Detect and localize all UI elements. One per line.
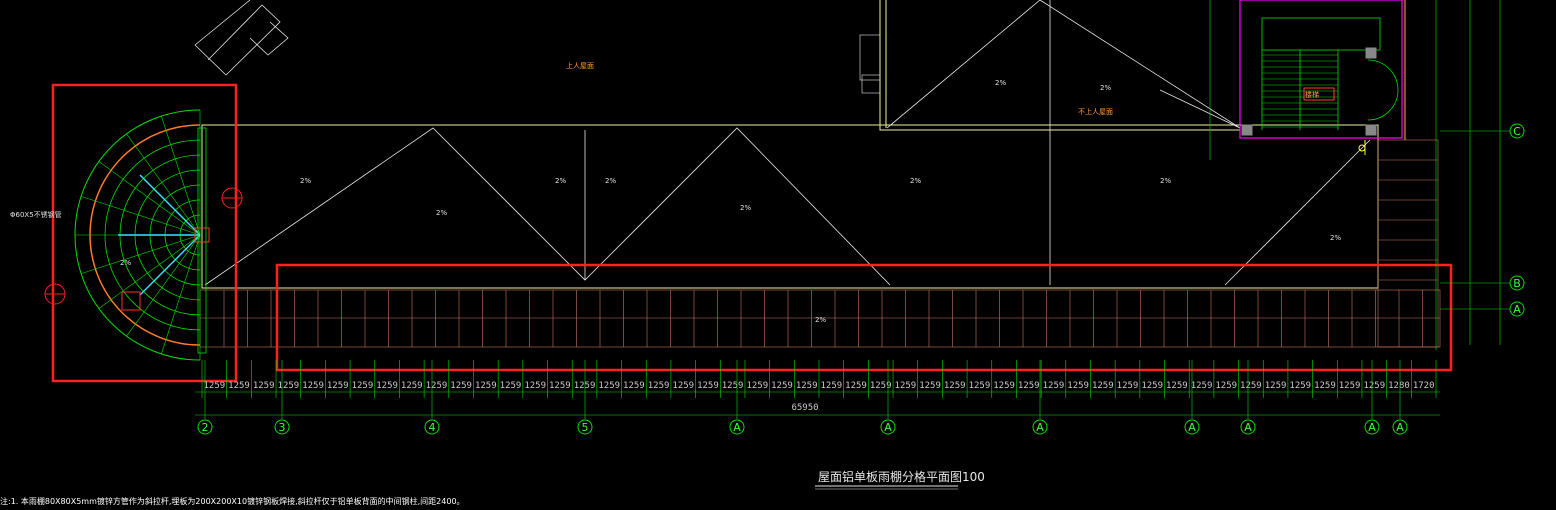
roof-label-nonaccessible: 不上人屋面	[1078, 107, 1113, 116]
dimension-label: 1259	[1363, 381, 1385, 391]
slope-label: 2%	[605, 177, 616, 185]
svg-text:A: A	[1244, 421, 1252, 434]
axis-bubbles-right: C BA	[1509, 123, 1525, 317]
dimension-label: 1259	[253, 381, 275, 391]
dimension-label: 1259	[327, 381, 349, 391]
slope-label: 2%	[436, 209, 447, 217]
dimension-label: 1259	[1191, 381, 1213, 391]
dimension-label: 1280	[1388, 381, 1410, 391]
slope-label: 2%	[1100, 84, 1111, 92]
dimension-label: 1259	[401, 381, 423, 391]
entrance-outline	[194, 0, 289, 76]
svg-text:4: 4	[429, 421, 436, 434]
svg-text:A: A	[1188, 421, 1196, 434]
slope-label: 2%	[815, 316, 826, 324]
dimension-label: 1259	[1314, 381, 1336, 391]
detail-boxes	[859, 34, 881, 94]
dimension-label: 1259	[722, 381, 744, 391]
dimension-label: 1259	[549, 381, 571, 391]
dimension-label: 1259	[993, 381, 1015, 391]
slope-label: 2%	[1330, 234, 1341, 242]
svg-text:A: A	[1036, 421, 1044, 434]
svg-text:2: 2	[202, 421, 209, 434]
dimension-label: 1259	[895, 381, 917, 391]
dimension-label: 1259	[1289, 381, 1311, 391]
slope-label: 2%	[995, 79, 1006, 87]
dimension-label: 1259	[1018, 381, 1040, 391]
svg-text:A: A	[1368, 421, 1376, 434]
axis-bubble: B	[1509, 275, 1525, 291]
dimension-label: 1259	[598, 381, 620, 391]
dimension-label: 1259	[352, 381, 374, 391]
total-dimension: 65950	[791, 403, 818, 413]
dimension-label: 1259	[524, 381, 546, 391]
drawing-note: 注:1. 本雨棚80X80X5mm镀锌方管作为斜拉杆,埋板为200X200X10…	[0, 496, 465, 506]
svg-text:A: A	[1396, 421, 1404, 434]
dimension-label: 1259	[648, 381, 670, 391]
dimension-label: 1259	[771, 381, 793, 391]
building-outline	[201, 0, 1379, 289]
dimension-label: 1259	[623, 381, 645, 391]
svg-text:B: B	[1513, 277, 1521, 290]
dimension-label: 1259	[426, 381, 448, 391]
dimension-label: 1259	[1141, 381, 1163, 391]
dimension-label: 1259	[228, 381, 250, 391]
highlight-boxes	[51, 83, 1453, 383]
dimension-label: 1259	[1092, 381, 1114, 391]
dimension-label: 1259	[1117, 381, 1139, 391]
dimension-label: 1259	[203, 381, 225, 391]
dimension-label: 1259	[697, 381, 719, 391]
slope-label: 2%	[740, 204, 751, 212]
dimension-label: 1259	[475, 381, 497, 391]
dimension-label: 1259	[1240, 381, 1262, 391]
dimension-label: 1259	[969, 381, 991, 391]
dimension-label: 1259	[450, 381, 472, 391]
dimension-label: 1259	[302, 381, 324, 391]
slope-labels: 2% 2% 2% 2% 2% 2% 2% 2% 2% 2% 2% 2%	[120, 79, 1341, 324]
dimension-label: 1259	[1215, 381, 1237, 391]
dimension-label: 1259	[1067, 381, 1089, 391]
roof-canopy-plan-drawing: 1259 1259 1259 1259 1259 1259 1259 1259 1259 1259…	[0, 0, 1525, 506]
drawing-title: 屋面铝单板雨棚分格平面图100	[818, 469, 985, 484]
svg-text:A: A	[884, 421, 892, 434]
axis-bubble: 2	[197, 360, 213, 435]
slope-label: 2%	[120, 259, 131, 267]
dimension-label: 1259	[500, 381, 522, 391]
dimension-label: 1259	[1043, 381, 1065, 391]
roof-ridge-lines	[204, 0, 1371, 286]
pipe-label: Φ60X5不锈钢管	[10, 210, 62, 219]
dimension-label: 1259	[1339, 381, 1361, 391]
cad-drawing-canvas: 1259 1259 1259 1259 1259 1259 1259 1259 1259 1259…	[0, 0, 1556, 510]
semicircle-canopy	[74, 109, 210, 361]
dimension-label: 1259	[278, 381, 300, 391]
dimension-label: 1259	[845, 381, 867, 391]
highlight-box-bottom	[275, 263, 1453, 372]
dimension-label: 1259	[672, 381, 694, 391]
axis-bubble: A	[1509, 301, 1525, 317]
dimension-label: 1720	[1413, 381, 1435, 391]
axis-bubble: C	[1509, 123, 1525, 139]
dimension-label: 1259	[820, 381, 842, 391]
dimension-label: 1259	[796, 381, 818, 391]
roof-label-accessible: 上人屋面	[566, 61, 594, 70]
stair-area	[1209, 0, 1437, 350]
dimension-label: 1259	[1265, 381, 1287, 391]
slope-label: 2%	[555, 177, 566, 185]
dimension-label: 1259	[1166, 381, 1188, 391]
dimension-label: 1259	[919, 381, 941, 391]
slope-label: 2%	[1160, 177, 1171, 185]
dimension-label: 1259	[746, 381, 768, 391]
svg-text:A: A	[733, 421, 741, 434]
svg-text:3: 3	[279, 421, 286, 434]
svg-text:A: A	[1513, 303, 1521, 316]
section-markers	[44, 187, 243, 305]
svg-text:C: C	[1513, 125, 1521, 138]
svg-text:5: 5	[582, 421, 589, 434]
slope-label: 2%	[300, 177, 311, 185]
dimension-label: 1259	[944, 381, 966, 391]
dimension-label: 1259	[376, 381, 398, 391]
stair-label: 楼梯	[1305, 90, 1319, 99]
dimension-label: 1259	[574, 381, 596, 391]
slope-label: 2%	[910, 177, 921, 185]
